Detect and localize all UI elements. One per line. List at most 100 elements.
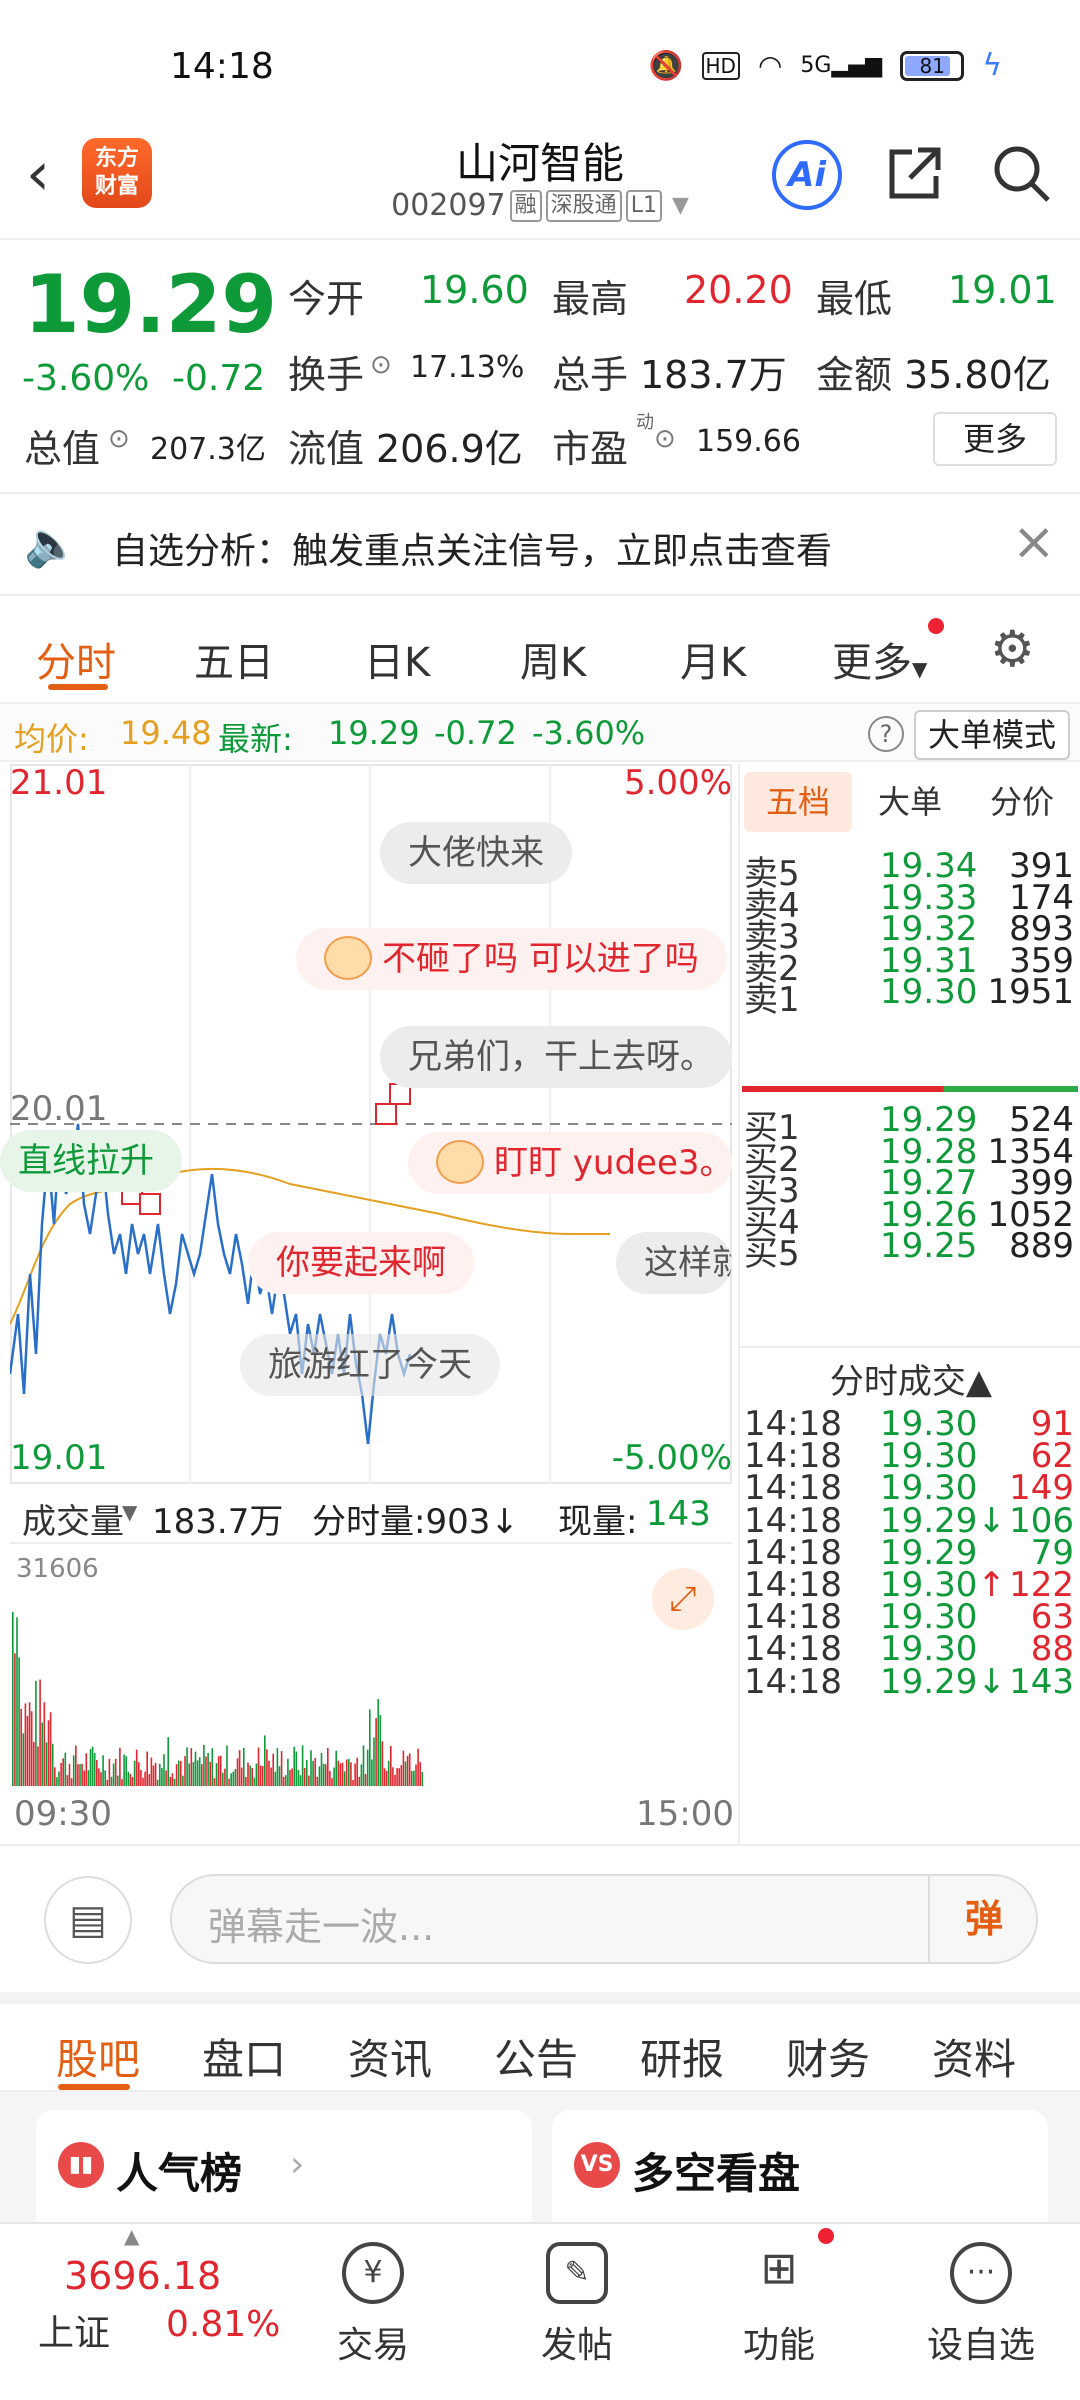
volume-bar <box>161 1767 163 1786</box>
volume-bar <box>209 1761 211 1786</box>
volume-bar <box>394 1774 396 1786</box>
volume-bar <box>253 1777 256 1786</box>
tab-weekly-k[interactable]: 周K <box>520 630 586 688</box>
ai-button[interactable]: Ai <box>772 140 842 210</box>
tab-big-orders[interactable]: 大单 <box>856 772 964 832</box>
tab-financials[interactable]: 财务 <box>786 2026 870 2087</box>
info-icon[interactable]: ⊙ <box>108 424 130 454</box>
bull-bear-card[interactable]: VS 多空看盘 <box>552 2110 1048 2222</box>
volume-bar <box>159 1763 161 1786</box>
info-icon[interactable]: ⊙ <box>654 424 676 454</box>
volume-bar <box>188 1763 190 1786</box>
volume-bar <box>421 1771 424 1786</box>
nav-post[interactable]: ✎ 发帖 <box>512 2242 642 2368</box>
stock-header: ‹ 东方 财富 山河智能 002097 融 深股通 L1 ▼ Ai <box>0 130 1080 240</box>
close-icon[interactable]: × <box>1012 512 1056 572</box>
info-icon[interactable]: ⊙ <box>370 350 392 380</box>
index-percent[interactable]: 0.81% <box>166 2304 280 2345</box>
volume-bar <box>123 1754 125 1786</box>
popularity-card[interactable]: ▮▮ 人气榜 › <box>36 2110 532 2222</box>
nav-functions[interactable]: ⊞ 功能 <box>714 2242 844 2368</box>
volume-bar <box>343 1771 346 1786</box>
trade-volume: 143 <box>1009 1661 1074 1702</box>
volume-bar <box>194 1751 197 1786</box>
volume-max: 31606 <box>16 1554 99 1584</box>
volume-bar <box>192 1762 195 1786</box>
volume-bar <box>211 1748 214 1786</box>
tab-market-depth[interactable]: 盘口 <box>202 2026 286 2087</box>
tab-announcements[interactable]: 公告 <box>494 2026 578 2087</box>
volume-bar <box>26 1716 29 1786</box>
tab-stock-bar[interactable]: 股吧 <box>56 2026 140 2087</box>
tab-news[interactable]: 资讯 <box>348 2026 432 2087</box>
chevron-down-icon[interactable]: ▼ <box>122 1500 137 1524</box>
tab-intraday[interactable]: 分时 <box>36 630 116 688</box>
index-value[interactable]: 3696.18 <box>64 2254 221 2298</box>
volume-bar <box>201 1764 203 1786</box>
tab-profile[interactable]: 资料 <box>932 2026 1016 2087</box>
volume-bar <box>387 1760 390 1786</box>
volume-bar <box>396 1768 398 1786</box>
volume-bar <box>112 1763 115 1786</box>
volume-bar <box>14 1653 16 1786</box>
volume-bar <box>406 1755 409 1786</box>
latest-value: 19.29 <box>328 714 420 752</box>
volume-bar <box>207 1752 209 1786</box>
vs-icon: VS <box>574 2142 620 2188</box>
more-quote-button[interactable]: 更多 <box>933 412 1057 466</box>
alert-banner[interactable]: 🔈 自选分析：触发重点关注信号，立即点击查看 × <box>0 492 1080 596</box>
more-icon: ··· <box>950 2242 1012 2304</box>
tab-five-day[interactable]: 五日 <box>194 630 274 688</box>
current-volume-label: 现量: <box>558 1502 638 1542</box>
volume-bar <box>299 1775 302 1786</box>
chart-y-min: 19.01 <box>10 1438 107 1478</box>
volume-bar <box>417 1748 419 1786</box>
volume-bar <box>362 1745 365 1786</box>
volume-bar <box>356 1757 358 1786</box>
tab-price-distribution[interactable]: 分价 <box>968 772 1076 832</box>
search-icon[interactable] <box>990 142 1052 204</box>
volume-bar <box>28 1702 31 1786</box>
share-icon[interactable] <box>884 142 946 204</box>
volume-bar <box>217 1756 220 1786</box>
big-order-mode-button[interactable]: 大单模式 <box>914 710 1070 760</box>
danmu-input[interactable]: 弹幕走一波... 弹 <box>170 1874 1038 1964</box>
volume-bar <box>22 1733 25 1786</box>
volume-bar <box>297 1770 300 1786</box>
volume-bar <box>251 1768 253 1786</box>
volume-bar <box>255 1763 258 1786</box>
volume-bar <box>37 1746 39 1786</box>
volume-bar <box>398 1768 400 1786</box>
amount-label: 金额 <box>816 353 893 397</box>
expand-icon[interactable]: ⤢ <box>652 1568 714 1630</box>
nav-trade[interactable]: ¥ 交易 <box>308 2242 438 2368</box>
active-tab-indicator <box>58 2084 130 2090</box>
bottom-nav: ▲ 3696.18 上证 0.81% ¥ 交易 ✎ 发帖 ⊞ 功能 ··· 设自… <box>0 2222 1080 2400</box>
bid-level[interactable]: 买5 19.25 889 <box>740 1226 1080 1274</box>
level-price: 19.30 <box>880 972 978 1012</box>
nav-add-watchlist[interactable]: ··· 设自选 <box>916 2242 1046 2368</box>
tab-five-levels[interactable]: 五档 <box>744 772 852 832</box>
gear-icon[interactable]: ⚙ <box>990 620 1035 678</box>
volume-bar <box>173 1778 176 1786</box>
ask-level[interactable]: 卖1 19.30 1951 <box>740 972 1080 1020</box>
tab-more[interactable]: 更多▼ <box>832 630 927 688</box>
level-volume: 1951 <box>987 972 1074 1012</box>
tab-research[interactable]: 研报 <box>640 2026 724 2087</box>
volume-bar <box>203 1744 205 1786</box>
edit-icon: ✎ <box>546 2242 608 2304</box>
volume-bar <box>306 1759 308 1786</box>
current-volume: 143 <box>646 1494 711 1534</box>
high-value: 20.20 <box>684 268 793 312</box>
chart-pct-min: -5.00% <box>612 1438 732 1478</box>
trades-header[interactable]: 分时成交▲ <box>740 1354 1080 1403</box>
help-icon[interactable]: ? <box>868 716 904 752</box>
volume-selector[interactable]: 成交量 <box>22 1494 124 1543</box>
danmu-toggle-button[interactable]: 弹 <box>928 1876 1038 1962</box>
volume-bar <box>348 1758 350 1786</box>
note-icon[interactable]: ▤ <box>44 1876 132 1964</box>
price-summary-row: 均价: 19.48 最新: 19.29 -0.72 -3.60% ? 大单模式 <box>0 702 1080 762</box>
tab-daily-k[interactable]: 日K <box>364 630 430 688</box>
tab-monthly-k[interactable]: 月K <box>680 630 746 688</box>
index-name[interactable]: 上证 <box>38 2304 110 2356</box>
